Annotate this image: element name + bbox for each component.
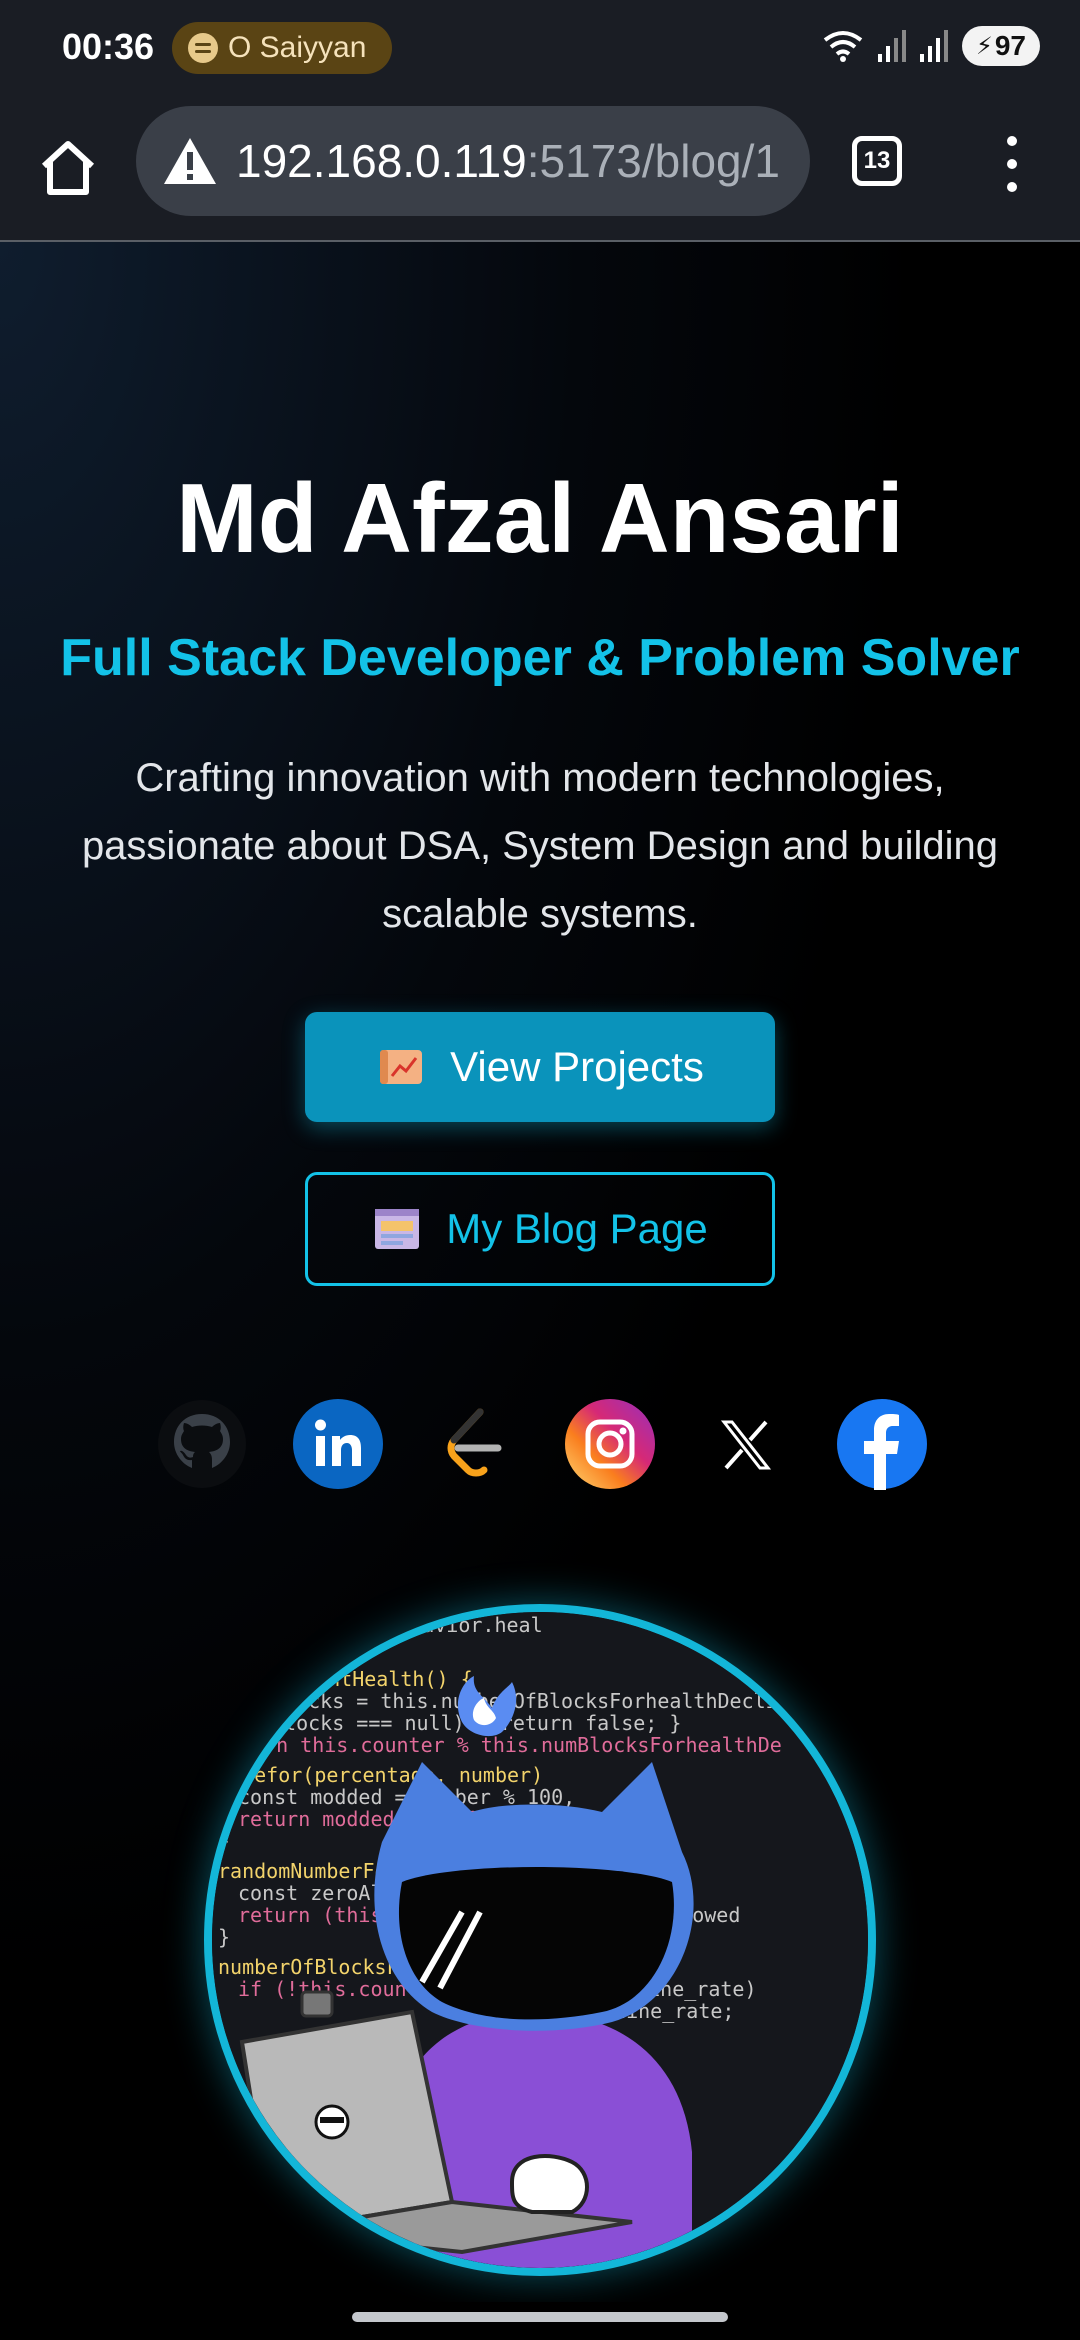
instagram-icon[interactable] [564, 1398, 656, 1490]
battery-indicator: ⚡ 97 [962, 26, 1040, 66]
browser-toolbar: 192.168.0.119:5173/blog/1 13 [0, 100, 1080, 242]
charging-icon: ⚡ [975, 32, 993, 60]
url-path: :5173/blog/1 [526, 135, 780, 187]
leetcode-icon[interactable] [428, 1398, 520, 1490]
web-page: Md Afzal Ansari Full Stack Developer & P… [0, 242, 1080, 2302]
svg-text:}: } [218, 1925, 230, 1949]
svg-text:ancefor(percentage, number): ancefor(percentage, number) [218, 1763, 543, 1787]
url-text: 192.168.0.119:5173/blog/1 [236, 134, 780, 188]
chart-scroll-icon [380, 1050, 423, 1084]
description: Crafting innovation with modern technolo… [81, 756, 999, 936]
my-blog-label: My Blog Page [446, 1205, 708, 1252]
home-icon[interactable] [36, 136, 100, 200]
svg-text:urn this.counter % this.numBlo: urn this.counter % this.numBlocksForheal… [252, 1733, 782, 1757]
avatar-illustration: s.behavior.heal ementHealth() { blocks =… [212, 1612, 868, 2268]
clock: 00:36 [62, 26, 155, 67]
linkedin-icon[interactable] [292, 1398, 384, 1490]
spotify-icon [188, 33, 218, 63]
status-icons: ⚡ 97 [822, 26, 1040, 66]
view-projects-button[interactable]: View Projects [305, 1012, 775, 1122]
svg-text:}: } [218, 1829, 230, 1853]
x-icon[interactable] [700, 1398, 792, 1490]
social-links [0, 1398, 1080, 1490]
svg-text:s.behavior.heal: s.behavior.heal [362, 1613, 543, 1637]
media-chip[interactable]: O Saiyyan [172, 22, 392, 74]
tab-switcher-button[interactable]: 13 [852, 136, 902, 186]
facebook-icon[interactable] [836, 1398, 928, 1490]
tagline: Full Stack Developer & Problem Solver [60, 629, 1020, 687]
media-track-title: O Saiyyan [228, 31, 367, 64]
address-bar[interactable]: 192.168.0.119:5173/blog/1 [136, 106, 810, 216]
battery-level: 97 [994, 30, 1026, 61]
my-blog-button[interactable]: My Blog Page [305, 1172, 775, 1286]
wifi-icon [823, 31, 863, 62]
page-title: Md Afzal Ansari [176, 463, 904, 573]
signal-icon [878, 30, 906, 62]
svg-text:blocks = this.numberOfBlocksFo: blocks = this.numberOfBlocksForhealthDec… [272, 1689, 790, 1713]
more-menu-icon[interactable] [1000, 136, 1024, 202]
signal-icon-2 [920, 30, 948, 62]
view-projects-label: View Projects [450, 1043, 704, 1090]
status-bar: 00:36 O Saiyyan ⚡ 97 [0, 0, 1080, 100]
blog-window-icon [375, 1209, 420, 1249]
url-host: 192.168.0.119 [236, 135, 527, 187]
github-icon[interactable] [156, 1398, 248, 1490]
warning-icon[interactable] [162, 136, 218, 186]
gesture-bar[interactable] [352, 2312, 728, 2322]
avatar: s.behavior.heal ementHealth() { blocks =… [204, 1604, 876, 2276]
svg-text:ementHealth() {: ementHealth() { [292, 1667, 473, 1691]
